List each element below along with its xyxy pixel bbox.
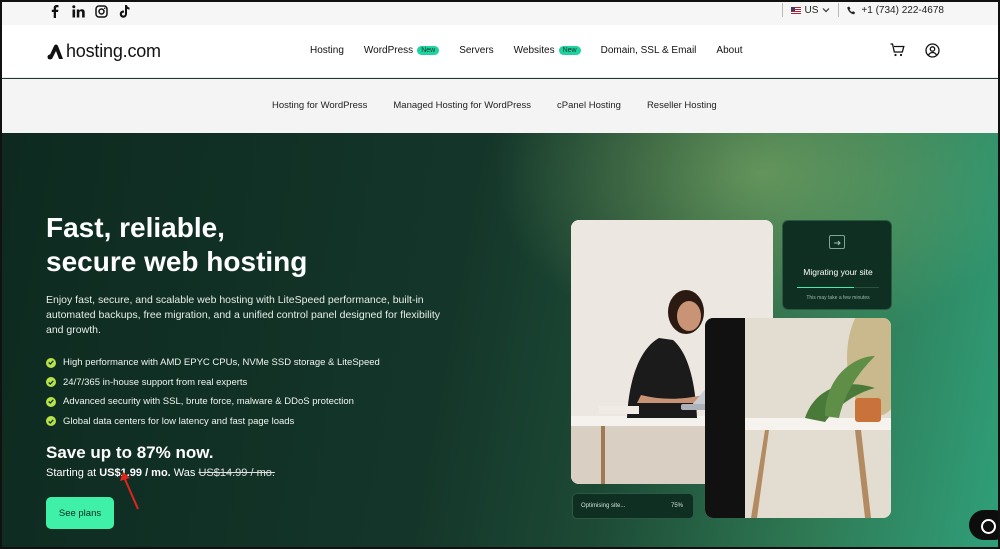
check-icon xyxy=(46,377,56,388)
list-item: 24/7/365 in-house support from real expe… xyxy=(46,373,380,393)
feature-list: High performance with AMD EPYC CPUs, NVM… xyxy=(46,353,380,431)
migration-progress-bar xyxy=(797,287,879,288)
subnav-managed-hosting-for-wordpress[interactable]: Managed Hosting for WordPress xyxy=(393,100,531,111)
logo[interactable]: hosting.com xyxy=(46,41,161,62)
phone-link[interactable]: +1 (734) 222-4678 xyxy=(847,5,944,16)
migration-note: This may take a few minutes xyxy=(806,295,870,301)
divider xyxy=(838,3,840,17)
migration-card: Migrating your site This may take a few … xyxy=(782,220,892,310)
hero-section: Fast, reliable, secure web hosting Enjoy… xyxy=(0,133,1000,549)
subnav-hosting-for-wordpress[interactable]: Hosting for WordPress xyxy=(272,100,367,111)
list-item: Global data centers for low latency and … xyxy=(46,412,380,432)
nav-icons xyxy=(890,43,940,63)
logo-text: hosting.com xyxy=(66,41,161,61)
utility-bar: US +1 (734) 222-4678 xyxy=(0,0,1000,25)
menu-item-servers[interactable]: Servers xyxy=(459,45,493,56)
phone-number: +1 (734) 222-4678 xyxy=(861,4,944,16)
main-nav: hosting.com Hosting WordPress New Servers… xyxy=(0,25,1000,78)
primary-menu: Hosting WordPress New Servers Websites New… xyxy=(310,45,763,56)
hosting-logo-icon xyxy=(46,44,64,60)
menu-item-hosting[interactable]: Hosting xyxy=(310,45,344,56)
hero-description: Enjoy fast, secure, and scalable web hos… xyxy=(46,294,440,336)
region-label: US xyxy=(804,4,819,16)
us-flag-icon xyxy=(790,6,801,14)
plant-photo xyxy=(705,318,891,518)
chevron-down-icon xyxy=(822,8,830,13)
divider xyxy=(781,3,783,17)
list-item: High performance with AMD EPYC CPUs, NVM… xyxy=(46,353,380,373)
region-selector[interactable]: US xyxy=(790,4,831,16)
phone-icon xyxy=(847,6,856,14)
subnav-reseller-hosting[interactable]: Reseller Hosting xyxy=(647,100,717,111)
cart-icon[interactable] xyxy=(890,43,905,63)
new-badge: New xyxy=(417,46,440,55)
chat-widget-button[interactable] xyxy=(969,510,1000,540)
migration-title: Migrating your site xyxy=(803,267,873,277)
check-icon xyxy=(46,357,56,368)
see-plans-button[interactable]: See plans xyxy=(46,497,114,529)
optimising-card: Optimising site... 75% xyxy=(572,493,694,519)
check-icon xyxy=(46,396,56,407)
menu-item-websites[interactable]: Websites New xyxy=(514,45,581,56)
tiktok-icon[interactable] xyxy=(117,4,131,18)
utility-right: US +1 (734) 222-4678 xyxy=(774,3,944,17)
list-item: Advanced security with SSL, brute force,… xyxy=(46,392,380,412)
savings-headline: Save up to 87% now. xyxy=(46,443,214,462)
migration-progress-fill xyxy=(797,287,855,288)
optimising-percent: 75% xyxy=(670,503,683,509)
facebook-icon[interactable] xyxy=(48,4,62,18)
social-links xyxy=(48,4,131,18)
hosting-subnav: Hosting for WordPress Managed Hosting fo… xyxy=(0,79,1000,133)
annotation-arrow-icon xyxy=(120,472,139,510)
migrate-icon xyxy=(829,235,845,249)
price-line: Starting at US$1.99 / mo. Was US$14.99 /… xyxy=(46,467,275,479)
linkedin-icon[interactable] xyxy=(71,4,85,18)
account-icon[interactable] xyxy=(925,43,940,63)
optimising-label: Optimising site... xyxy=(581,503,626,509)
instagram-icon[interactable] xyxy=(94,4,108,18)
new-badge: New xyxy=(558,46,581,55)
menu-item-domain-ssl-email[interactable]: Domain, SSL & Email xyxy=(601,45,697,56)
menu-item-about[interactable]: About xyxy=(716,45,742,56)
hero-title: Fast, reliable, secure web hosting xyxy=(46,212,308,277)
subnav-items: Hosting for WordPress Managed Hosting fo… xyxy=(272,100,743,111)
old-price: US$14.99 / mo. xyxy=(198,467,275,479)
subnav-cpanel-hosting[interactable]: cPanel Hosting xyxy=(557,100,621,111)
check-icon xyxy=(46,416,56,427)
menu-item-wordpress[interactable]: WordPress New xyxy=(364,45,440,56)
